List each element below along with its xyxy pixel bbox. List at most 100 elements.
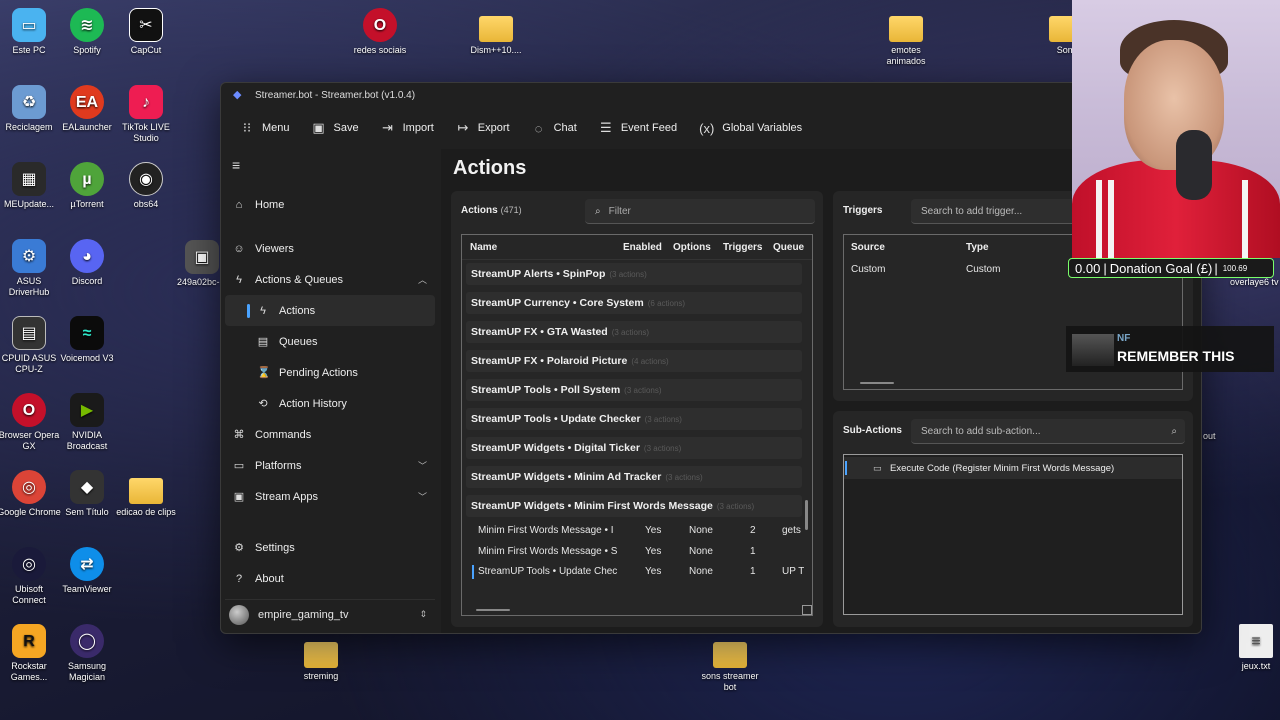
discord-icon: ◕ <box>70 239 104 273</box>
sidebar-item-stream-apps[interactable]: ▣ Stream Apps ﹀ <box>221 481 439 512</box>
hamburger-icon[interactable]: ≡ <box>232 157 240 173</box>
desktop-icon-edicao[interactable]: edicao de clips <box>114 470 178 518</box>
desktop-icon-chrome[interactable]: ◎ Google Chrome <box>0 470 61 518</box>
folder-icon <box>479 16 513 42</box>
column-name[interactable]: Name <box>470 242 497 253</box>
desktop-icon-streming[interactable]: streming <box>289 634 353 682</box>
export-button[interactable]: ↦ Export <box>445 113 521 143</box>
action-group[interactable]: StreamUP FX • Polaroid Picture (4 actions… <box>466 350 802 372</box>
subaction-search-input[interactable]: Search to add sub-action... ⌕ <box>911 419 1185 444</box>
filter-input[interactable]: ⌕ Filter <box>585 199 815 224</box>
chevron-updown-icon: ⇕ <box>419 609 427 619</box>
desktop-icon-ubisoft[interactable]: ◎ Ubisoft Connect <box>0 547 61 606</box>
global-variables-button[interactable]: (x) Global Variables <box>688 113 813 143</box>
desktop-icon-label: TeamViewer <box>62 584 112 594</box>
vertical-scrollbar[interactable] <box>805 500 808 530</box>
horizontal-scrollbar[interactable] <box>476 609 510 611</box>
table-row-selected[interactable]: StreamUP Tools • Update Chec Yes None 1 … <box>462 562 812 582</box>
desktop-icon-este-pc[interactable]: ▭ Este PC <box>0 8 61 56</box>
desktop-icon-nvidia[interactable]: ▶ NVIDIA Broadcast <box>55 393 119 452</box>
group-count: (3 actions) <box>624 385 662 395</box>
column-options[interactable]: Options <box>673 242 711 253</box>
sidebar-item-actions-queues[interactable]: ϟ Actions & Queues ︿ <box>221 264 439 295</box>
desktop-icon-utorrent[interactable]: µ µTorrent <box>55 162 119 210</box>
desktop-icon-samsung[interactable]: ◯ Samsung Magician <box>55 624 119 683</box>
column-source[interactable]: Source <box>851 242 885 253</box>
sidebar-item-commands[interactable]: ⌘ Commands <box>221 419 439 450</box>
column-type[interactable]: Type <box>966 242 989 253</box>
action-group[interactable]: StreamUP Tools • Update Checker (3 action… <box>466 408 802 430</box>
subaction-item[interactable]: ▭ Execute Code (Register Minim First Wor… <box>844 457 1182 479</box>
desktop-icon-sons[interactable]: sons streamer bot <box>698 634 762 693</box>
desktop-icon-jeux[interactable]: ≡ jeux.txt <box>1224 624 1280 672</box>
desktop-icon-capcut[interactable]: ✂ CapCut <box>114 8 178 56</box>
desktop-icon-rockstar[interactable]: R Rockstar Games... <box>0 624 61 683</box>
desktop-icon-asus[interactable]: ⚙ ASUS DriverHub <box>0 239 61 298</box>
desktop-icon-cpuz[interactable]: ▤ CPUID ASUS CPU-Z <box>0 316 61 375</box>
action-group[interactable]: StreamUP Currency • Core System (6 action… <box>466 292 802 314</box>
search-icon: ⌕ <box>595 205 601 217</box>
desktop-icon-dism[interactable]: Dism++10.... <box>464 8 528 56</box>
column-triggers[interactable]: Triggers <box>723 242 762 253</box>
desktop-icon-sem-titulo[interactable]: ◆ Sem Título <box>55 470 119 518</box>
desktop-icon-discord[interactable]: ◕ Discord <box>55 239 119 287</box>
sidebar-item-pending-actions[interactable]: ⌛ Pending Actions <box>221 357 439 388</box>
file-icon: ◆ <box>70 470 104 504</box>
desktop-icon-ea[interactable]: EA EALauncher <box>55 85 119 133</box>
action-group[interactable]: StreamUP Widgets • Digital Ticker (3 acti… <box>466 437 802 459</box>
action-group[interactable]: StreamUP Alerts • SpinPop (3 actions) <box>466 263 802 285</box>
cpu-icon: ▤ <box>12 316 46 350</box>
ea-icon: EA <box>70 85 104 119</box>
sidebar-item-label: About <box>255 572 284 585</box>
desktop-icon-label: MEUpdate... <box>3 199 55 209</box>
sidebar-item-viewers[interactable]: ☺ Viewers <box>221 233 439 264</box>
desktop-icon-label: Este PC <box>12 45 46 55</box>
webcam-overlay <box>1072 0 1280 258</box>
sidebar-item-settings[interactable]: ⚙ Settings <box>221 532 439 563</box>
spotify-icon: ≋ <box>70 8 104 42</box>
desktop-icon-redes-sociais[interactable]: Oredes sociais <box>348 8 412 56</box>
desktop-icon-tiktok[interactable]: ♪ TikTok LIVE Studio <box>114 85 178 144</box>
table-row[interactable]: Minim First Words Message • I Yes None 2… <box>462 521 812 541</box>
horizontal-scrollbar[interactable] <box>860 382 894 384</box>
action-group[interactable]: StreamUP FX • GTA Wasted (3 actions) <box>466 321 802 343</box>
desktop-icon-emotes[interactable]: emotes animados <box>874 8 938 67</box>
export-button-label: Export <box>477 122 510 134</box>
desktop-icon-obs[interactable]: ◉ obs64 <box>114 162 178 210</box>
action-group-expanded[interactable]: StreamUP Widgets • Minim First Words Mes… <box>466 495 802 517</box>
desktop-icon-label: Voicemod V3 <box>60 353 114 363</box>
column-queue[interactable]: Queue <box>773 242 812 253</box>
action-queue: UP T <box>782 566 804 577</box>
user-profile[interactable]: empire_gaming_tv ⇕ <box>225 599 435 629</box>
sidebar-item-action-history[interactable]: ⟲ Action History <box>221 388 439 419</box>
event-feed-button[interactable]: ☰ Event Feed <box>588 113 688 143</box>
desktop-icon-voicemod[interactable]: ≈ Voicemod V3 <box>55 316 119 364</box>
table-row[interactable]: Minim First Words Message • S Yes None 1 <box>462 542 812 562</box>
desktop-icon-label: Browser Opera GX <box>0 430 60 451</box>
sidebar-item-home[interactable]: ⌂ Home <box>221 189 439 220</box>
title-bar[interactable]: ◆ Streamer.bot - Streamer.bot (v1.0.4) <box>221 83 1201 107</box>
desktop-icon-teamviewer[interactable]: ⇄ TeamViewer <box>55 547 119 595</box>
obs-icon: ◉ <box>129 162 163 196</box>
group-count: (4 actions) <box>631 356 669 366</box>
actions-panel: Actions (471) ⌕ Filter Name Enabled Option… <box>451 191 823 627</box>
sidebar-item-platforms[interactable]: ▭ Platforms ﹀ <box>221 450 439 481</box>
menu-button[interactable]: ⁝⁝ Menu <box>229 113 301 143</box>
action-group[interactable]: StreamUP Widgets • Minim Ad Tracker (3 ac… <box>466 466 802 488</box>
sidebar-item-queues[interactable]: ▤ Queues <box>221 326 439 357</box>
action-triggers: 1 <box>750 546 756 557</box>
desktop-icon-meupdate[interactable]: ▦ MEUpdate... <box>0 162 61 210</box>
toolbar: ⁝⁝ Menu ▣ Save ⇥ Import ↦ Export ◌ Chat ☰ Even… <box>221 107 1201 149</box>
desktop-icon-reciclagem[interactable]: ♻ Reciclagem <box>0 85 61 133</box>
save-button[interactable]: ▣ Save <box>301 113 370 143</box>
import-button[interactable]: ⇥ Import <box>370 113 445 143</box>
desktop-icon-opera-gx[interactable]: O Browser Opera GX <box>0 393 61 452</box>
desktop-icon-spotify[interactable]: ≋ Spotify <box>55 8 119 56</box>
platforms-icon: ▭ <box>233 460 245 472</box>
column-enabled[interactable]: Enabled <box>623 242 662 253</box>
page-title: Actions <box>453 157 527 179</box>
action-group[interactable]: StreamUP Tools • Poll System (3 actions) <box>466 379 802 401</box>
sidebar-item-actions[interactable]: ϟ Actions <box>225 295 435 326</box>
sidebar-item-about[interactable]: ? About <box>221 563 439 594</box>
chat-button[interactable]: ◌ Chat <box>521 113 588 143</box>
